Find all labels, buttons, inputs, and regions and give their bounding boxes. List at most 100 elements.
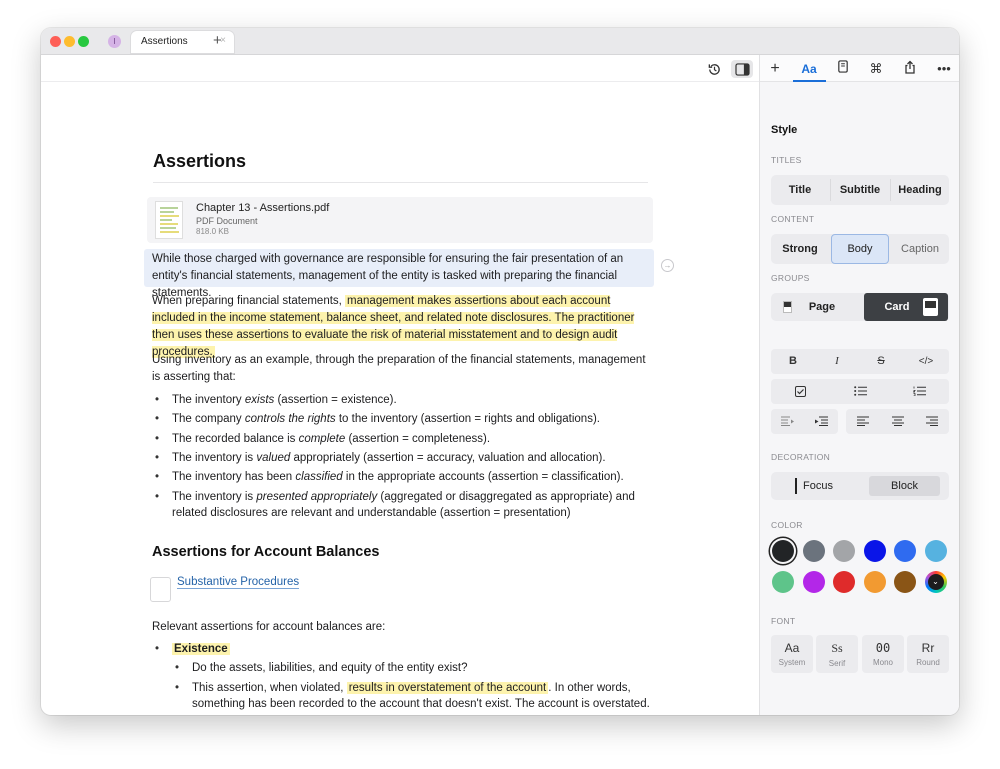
color-label: COLOR (771, 520, 803, 530)
title-bar: I Assertions × + (41, 28, 959, 55)
color-swatch[interactable] (803, 540, 825, 562)
zoom-window-button[interactable] (78, 36, 89, 47)
new-tab-button[interactable]: + (213, 32, 222, 50)
outdent-icon[interactable] (771, 409, 804, 434)
document-toolbar (41, 55, 759, 82)
list-item[interactable]: The inventory exists (assertion = existe… (156, 392, 652, 408)
subtitle-style-button[interactable]: Subtitle (831, 175, 889, 205)
document-area[interactable]: Assertions Chapter 13 - Assertions.pdf P… (41, 83, 759, 715)
body-style-button[interactable]: Body (831, 234, 889, 264)
font-picker: AaSystem SsSerif 00Mono RrRound (771, 635, 949, 673)
content-label: CONTENT (771, 214, 814, 224)
indent-toolbar (771, 409, 838, 434)
color-swatch[interactable] (772, 540, 794, 562)
titles-segmented-control: Title Subtitle Heading (771, 175, 949, 205)
paragraph-inventory[interactable]: Using inventory as an example, through t… (152, 352, 652, 386)
paragraph-text: When preparing financial statements, (152, 295, 345, 307)
text-format-toolbar: B I S </> (771, 349, 949, 374)
avatar[interactable]: I (108, 35, 121, 48)
command-icon[interactable]: ⌘ (866, 60, 886, 78)
tab-style[interactable]: Aa (799, 60, 819, 78)
pdf-thumbnail (155, 201, 183, 239)
sidebar-title: Style (771, 124, 797, 136)
heading-style-button[interactable]: Heading (891, 175, 949, 205)
color-swatch[interactable] (833, 540, 855, 562)
color-swatch[interactable] (803, 571, 825, 593)
active-tab-indicator (793, 80, 826, 82)
color-swatch[interactable] (894, 571, 916, 593)
sidebar-toolbar: + Aa ⌘ ••• (760, 55, 959, 82)
bookmark-icon[interactable] (833, 60, 853, 78)
list-item[interactable]: The company controls the rights to the i… (156, 411, 652, 427)
sub-list-item[interactable]: Do the assets, liabilities, and equity o… (156, 660, 652, 676)
titles-label: TITLES (771, 155, 802, 165)
font-mono-button[interactable]: 00Mono (862, 635, 904, 673)
app-window: I Assertions × + Assertions (41, 28, 959, 715)
page-link-icon[interactable] (150, 577, 171, 602)
attachment-type: PDF Document (196, 216, 258, 226)
bold-button[interactable]: B (771, 349, 815, 374)
numbered-list-icon[interactable] (890, 379, 949, 404)
color-swatch[interactable] (864, 571, 886, 593)
groups-label: GROUPS (771, 273, 810, 283)
strong-style-button[interactable]: Strong (771, 234, 829, 264)
align-left-icon[interactable] (846, 409, 880, 434)
color-swatch[interactable] (864, 540, 886, 562)
title-divider (153, 182, 648, 183)
minimize-window-button[interactable] (64, 36, 75, 47)
font-round-button[interactable]: RrRound (907, 635, 949, 673)
list-item[interactable]: The inventory is valued appropriately (a… (156, 450, 652, 466)
align-toolbar (846, 409, 949, 434)
list-item[interactable]: The inventory has been classified in the… (156, 469, 652, 485)
checklist-icon[interactable] (771, 379, 830, 404)
existence-label: Existence (172, 643, 230, 655)
card-group-button[interactable]: Card (864, 293, 948, 321)
card-icon (923, 298, 938, 316)
style-sidebar: + Aa ⌘ ••• Style TITLES Title Subtitle H… (759, 55, 959, 715)
color-swatch[interactable] (833, 571, 855, 593)
color-swatch[interactable] (925, 540, 947, 562)
title-style-button[interactable]: Title (771, 175, 829, 205)
caption-style-button[interactable]: Caption (891, 234, 949, 264)
history-icon[interactable] (705, 60, 723, 78)
more-icon[interactable]: ••• (934, 60, 954, 78)
code-button[interactable]: </> (903, 349, 949, 374)
focus-decoration-button[interactable]: Focus (771, 472, 859, 500)
decoration-segmented-control: Focus Block (771, 472, 949, 500)
sidebar-toggle-icon[interactable] (731, 60, 753, 78)
color-swatch[interactable] (772, 571, 794, 593)
font-serif-button[interactable]: SsSerif (816, 635, 858, 673)
close-window-button[interactable] (50, 36, 61, 47)
paragraph-assertions[interactable]: When preparing financial statements, man… (152, 293, 652, 361)
attachment-size: 818.0 KB (196, 227, 229, 236)
substantive-procedures-link[interactable]: Substantive Procedures (177, 576, 299, 589)
tab-label: Assertions (141, 36, 188, 47)
block-decoration-button[interactable]: Block (869, 476, 940, 496)
arrow-right-icon[interactable]: → (661, 259, 674, 272)
add-icon[interactable]: + (765, 60, 785, 78)
italic-button[interactable]: I (815, 349, 859, 374)
bullet-list-icon[interactable] (830, 379, 890, 404)
list-item[interactable]: The inventory is presented appropriately… (156, 489, 652, 521)
content-segmented-control: Strong Body Caption (771, 234, 949, 264)
custom-color-picker-icon[interactable]: ⌄ (925, 571, 947, 593)
font-system-button[interactable]: AaSystem (771, 635, 813, 673)
paragraph-relevant[interactable]: Relevant assertions for account balances… (152, 619, 652, 636)
align-center-icon[interactable] (880, 409, 915, 434)
strikethrough-button[interactable]: S (859, 349, 903, 374)
page-group-button[interactable]: Page (771, 293, 859, 321)
section-heading[interactable]: Assertions for Account Balances (152, 544, 380, 560)
list-toolbar (771, 379, 949, 404)
decoration-label: DECORATION (771, 452, 830, 462)
attachment-name: Chapter 13 - Assertions.pdf (196, 202, 329, 214)
list-item[interactable]: Existence (156, 641, 652, 657)
list-item[interactable]: The recorded balance is complete (assert… (156, 431, 652, 447)
align-right-icon[interactable] (915, 409, 949, 434)
font-label: FONT (771, 616, 795, 626)
pdf-attachment[interactable]: Chapter 13 - Assertions.pdf PDF Document… (147, 197, 653, 243)
color-swatch[interactable] (894, 540, 916, 562)
indent-icon[interactable] (804, 409, 838, 434)
sub-list-item[interactable]: This assertion, when violated, results i… (156, 680, 652, 712)
page-title[interactable]: Assertions (153, 151, 246, 172)
share-icon[interactable] (900, 60, 920, 78)
